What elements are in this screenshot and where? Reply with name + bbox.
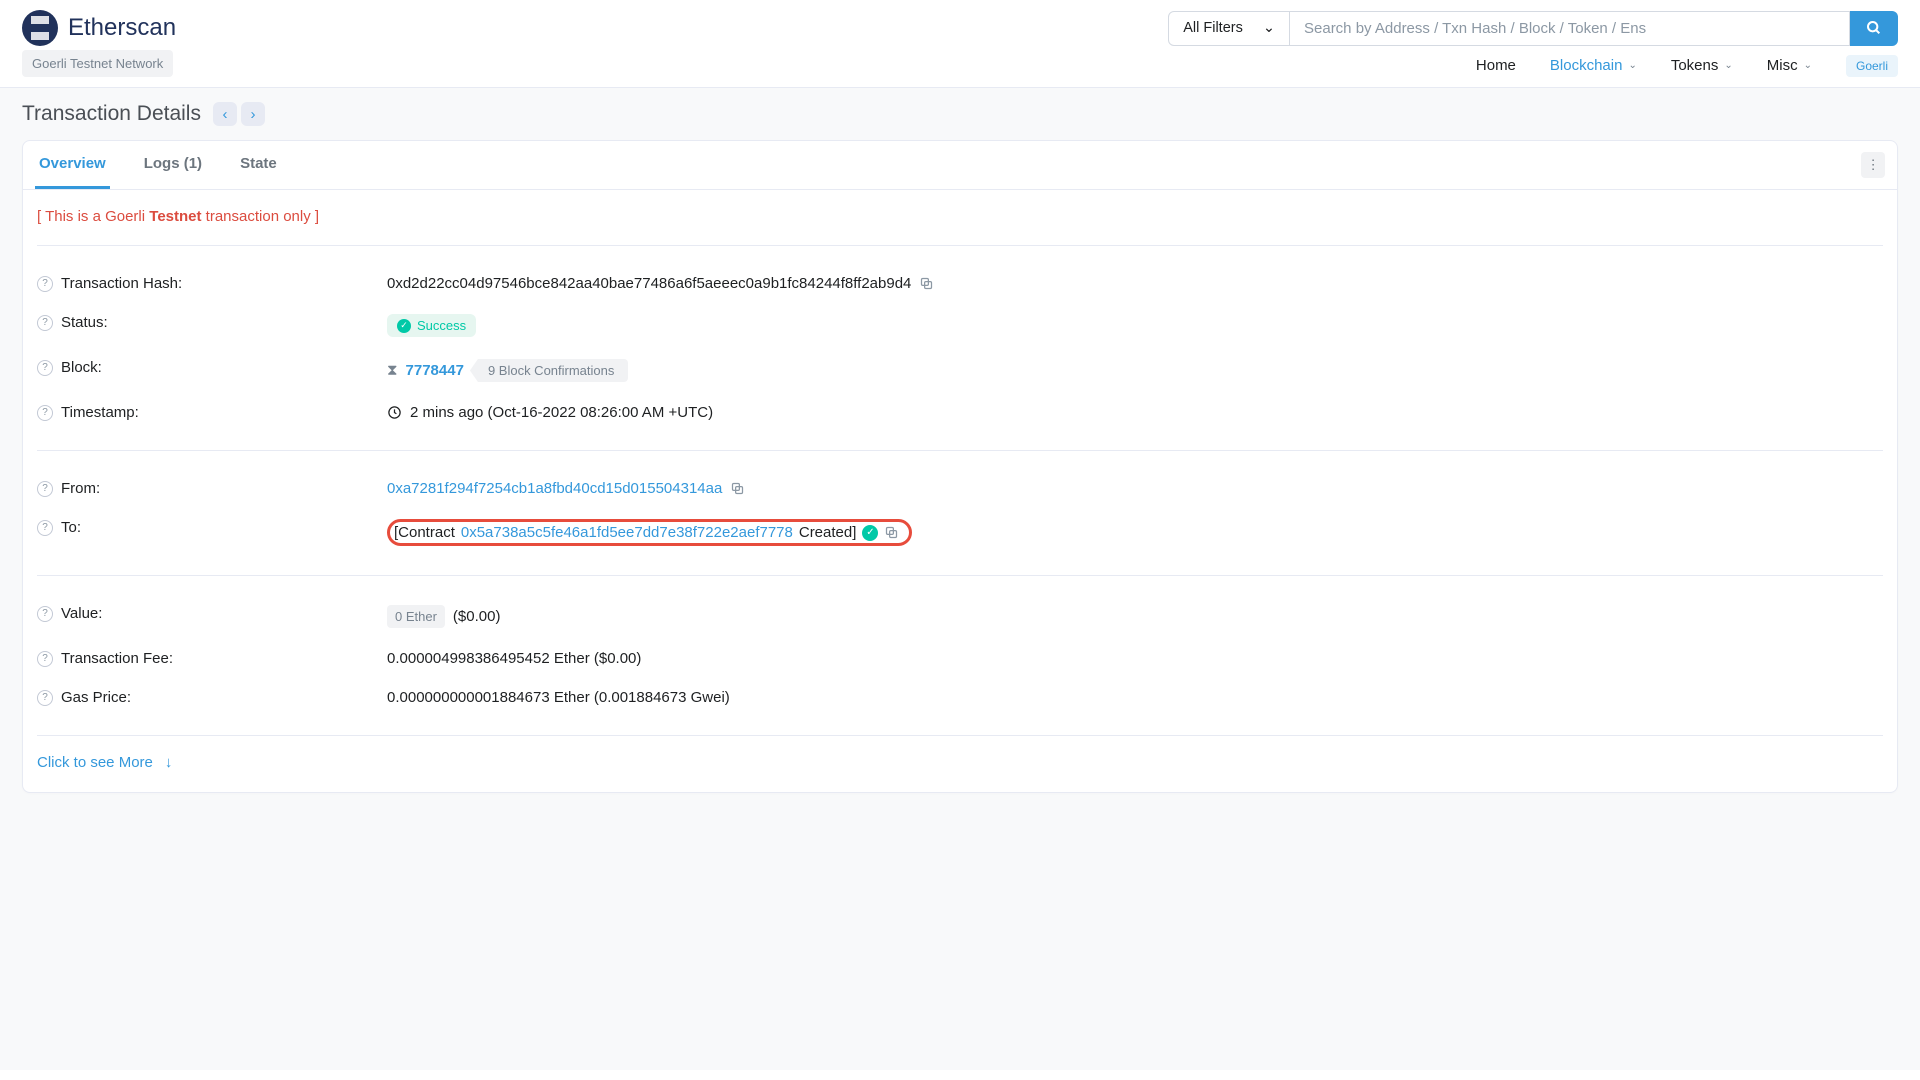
search-input[interactable] [1290,11,1850,46]
chevron-down-icon: ⌄ [1628,60,1636,71]
search-filter-dropdown[interactable]: All Filters ⌄ [1168,11,1290,46]
main-content: Transaction Details ‹ › Overview Logs (1… [0,88,1920,1070]
fee-value: 0.000004998386495452 Ether ($0.00) [387,650,641,667]
network-badge: Goerli Testnet Network [22,50,173,77]
tx-hash-value: 0xd2d22cc04d97546bce842aa40bae77486a6f5a… [387,275,911,292]
next-tx-button[interactable]: › [241,102,265,126]
row-status: ? Status: ✓ Success [37,303,1883,348]
row-to: ? To: [Contract 0x5a738a5c5fe46a1fd5ee7d… [37,508,1883,557]
help-icon[interactable]: ? [37,315,53,331]
timestamp-value: 2 mins ago (Oct-16-2022 08:26:00 AM +UTC… [410,404,713,421]
kebab-icon: ⋮ [1866,157,1879,173]
help-icon[interactable]: ? [37,360,53,376]
status-badge: ✓ Success [387,314,476,337]
nav-blockchain[interactable]: Blockchain ⌄ [1550,57,1637,74]
row-gas-price: ? Gas Price: 0.000000000001884673 Ether … [37,678,1883,717]
tab-bar: Overview Logs (1) State [35,141,281,189]
clock-icon [387,405,402,420]
chevron-down-icon: ⌄ [1724,60,1732,71]
help-icon[interactable]: ? [37,481,53,497]
goerli-network-chip[interactable]: Goerli [1846,55,1898,77]
block-link[interactable]: 7778447 [406,362,464,379]
nav-tokens[interactable]: Tokens ⌄ [1671,57,1733,74]
tab-overview[interactable]: Overview [35,141,110,189]
site-header: Etherscan All Filters ⌄ Goerli Testnet N… [0,0,1920,88]
help-icon[interactable]: ? [37,651,53,667]
search-bar: All Filters ⌄ [1168,11,1898,46]
contract-created-highlight: [Contract 0x5a738a5c5fe46a1fd5ee7dd7e38f… [387,519,912,546]
help-icon[interactable]: ? [37,690,53,706]
help-icon[interactable]: ? [37,276,53,292]
confirmations-badge: 9 Block Confirmations [470,359,628,382]
copy-icon[interactable] [730,481,745,496]
row-tx-hash: ? Transaction Hash: 0xd2d22cc04d97546bce… [37,264,1883,303]
search-icon [1866,20,1882,36]
help-icon[interactable]: ? [37,520,53,536]
arrow-down-icon: ↓ [165,754,173,771]
chevron-down-icon: ⌄ [1804,60,1812,71]
logo-text: Etherscan [68,14,176,42]
see-more-link[interactable]: Click to see More ↓ [37,754,172,771]
row-timestamp: ? Timestamp: 2 mins ago (Oct-16-2022 08:… [37,393,1883,432]
verified-check-icon: ✓ [862,525,878,541]
more-options-button[interactable]: ⋮ [1861,152,1885,178]
value-ether-chip: 0 Ether [387,605,445,628]
filter-label: All Filters [1183,20,1243,36]
help-icon[interactable]: ? [37,606,53,622]
to-contract-link[interactable]: 0x5a738a5c5fe46a1fd5ee7dd7e38f722e2aef77… [461,524,793,541]
help-icon[interactable]: ? [37,405,53,421]
tab-logs[interactable]: Logs (1) [140,141,206,189]
nav-misc[interactable]: Misc ⌄ [1767,57,1812,74]
search-button[interactable] [1850,11,1898,46]
value-usd: ($0.00) [453,608,501,625]
nav-home[interactable]: Home [1476,57,1516,74]
row-block: ? Block: ⧗ 7778447 9 Block Confirmations [37,348,1883,393]
from-address-link[interactable]: 0xa7281f294f7254cb1a8fbd40cd15d015504314… [387,480,722,497]
row-from: ? From: 0xa7281f294f7254cb1a8fbd40cd15d0… [37,469,1883,508]
tab-state[interactable]: State [236,141,281,189]
main-nav: Home Blockchain ⌄ Tokens ⌄ Misc ⌄ Goerli [1476,55,1898,87]
copy-icon[interactable] [919,276,934,291]
gas-price-value: 0.000000000001884673 Ether (0.001884673 … [387,689,730,706]
row-fee: ? Transaction Fee: 0.000004998386495452 … [37,639,1883,678]
prev-tx-button[interactable]: ‹ [213,102,237,126]
tx-card: Overview Logs (1) State ⋮ [ This is a Go… [22,140,1898,793]
copy-icon[interactable] [884,525,899,540]
testnet-warning: [ This is a Goerli Testnet transaction o… [37,204,1883,227]
check-circle-icon: ✓ [397,319,411,333]
chevron-down-icon: ⌄ [1263,20,1275,36]
row-value: ? Value: 0 Ether ($0.00) [37,594,1883,639]
logo[interactable]: Etherscan [22,10,176,46]
page-title: Transaction Details [22,102,201,126]
etherscan-logo-icon [22,10,58,46]
hourglass-icon: ⧗ [387,362,398,379]
